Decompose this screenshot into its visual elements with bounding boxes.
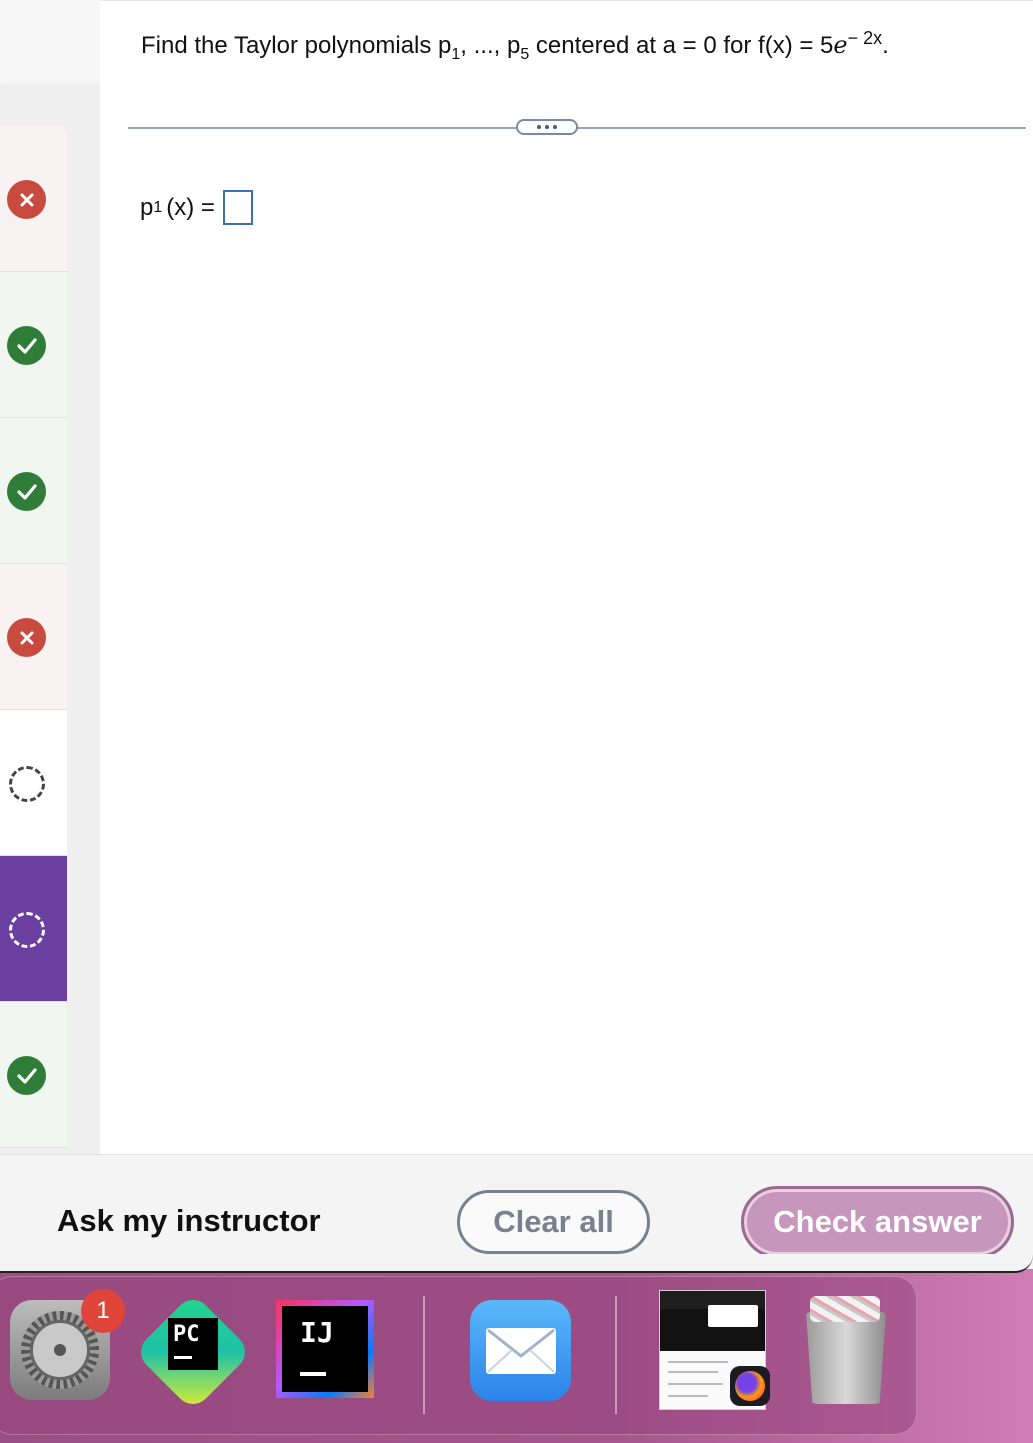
envelope-icon xyxy=(485,1327,556,1374)
question-exponent: − 2x xyxy=(847,28,883,48)
intellij-label: IJ xyxy=(282,1306,368,1392)
answer-label-rest: (x) = xyxy=(166,193,215,221)
sidebar-header xyxy=(0,0,100,85)
check-circle-icon xyxy=(7,326,46,365)
dot-icon xyxy=(537,125,541,129)
euler-e: e xyxy=(833,31,848,59)
answer-label-p: p xyxy=(140,193,154,221)
question-item-7[interactable] xyxy=(0,1002,67,1148)
question-item-6-current[interactable] xyxy=(0,856,67,1002)
check-circle-icon xyxy=(7,1056,46,1095)
dashed-circle-icon xyxy=(9,766,45,802)
dock-separator xyxy=(423,1296,425,1414)
mail-icon[interactable] xyxy=(470,1300,571,1401)
answer-label-sub: 1 xyxy=(153,198,163,216)
question-panel: Find the Taylor polynomials p1, ..., p5 … xyxy=(100,0,1033,1154)
clear-all-button[interactable]: Clear all xyxy=(457,1190,650,1254)
gear-hub xyxy=(54,1344,66,1356)
ask-instructor-link[interactable]: Ask my instructor xyxy=(57,1203,321,1239)
trash-can xyxy=(806,1312,886,1404)
gear-inner xyxy=(30,1320,90,1380)
dashed-circle-icon xyxy=(9,912,45,948)
dot-icon xyxy=(545,125,549,129)
check-circle-icon xyxy=(7,472,46,511)
firefox-globe xyxy=(735,1371,765,1401)
thumbnail-card xyxy=(708,1305,758,1327)
thumbnail-line xyxy=(668,1371,718,1373)
question-item-5[interactable] xyxy=(0,710,67,856)
question-item-1[interactable] xyxy=(0,126,67,272)
question-list xyxy=(0,126,67,1148)
answer-input-box[interactable] xyxy=(222,190,253,225)
question-item-2[interactable] xyxy=(0,272,67,418)
pycharm-icon[interactable]: PC xyxy=(133,1292,253,1412)
firefox-icon[interactable] xyxy=(730,1366,770,1406)
expand-more-button[interactable] xyxy=(516,119,578,135)
question-item-3[interactable] xyxy=(0,418,67,564)
window-bottom-edge xyxy=(0,1254,1033,1273)
question-sub-last: 5 xyxy=(520,45,530,63)
answer-row: p 1 (x) = xyxy=(140,190,253,225)
trash-paper xyxy=(810,1296,880,1322)
intellij-icon[interactable]: IJ xyxy=(276,1300,374,1398)
pycharm-label: PC xyxy=(168,1318,218,1370)
question-text: Find the Taylor polynomials p1, ..., p5 … xyxy=(141,28,889,64)
question-end: . xyxy=(882,32,889,59)
dot-icon xyxy=(553,125,557,129)
check-answer-button[interactable]: Check answer xyxy=(741,1186,1014,1258)
x-circle-icon xyxy=(7,618,46,657)
question-mid: , ..., p xyxy=(460,32,521,59)
intellij-bar xyxy=(300,1372,326,1376)
question-tail: centered at a = 0 for f(x) = 5 xyxy=(529,32,834,59)
x-circle-icon xyxy=(7,180,46,219)
top-divider xyxy=(100,0,1033,1)
question-item-4[interactable] xyxy=(0,564,67,710)
trash-icon[interactable] xyxy=(800,1290,892,1408)
dock-separator xyxy=(615,1296,617,1414)
question-lead: Find the Taylor polynomials p xyxy=(141,32,452,59)
question-sidebar xyxy=(0,84,101,1154)
notification-badge: 1 xyxy=(81,1289,125,1333)
question-sub-first: 1 xyxy=(451,45,461,63)
thumbnail-line xyxy=(668,1361,728,1363)
pycharm-bar xyxy=(174,1356,192,1359)
thumbnail-line xyxy=(668,1395,708,1397)
thumbnail-line xyxy=(668,1383,723,1385)
